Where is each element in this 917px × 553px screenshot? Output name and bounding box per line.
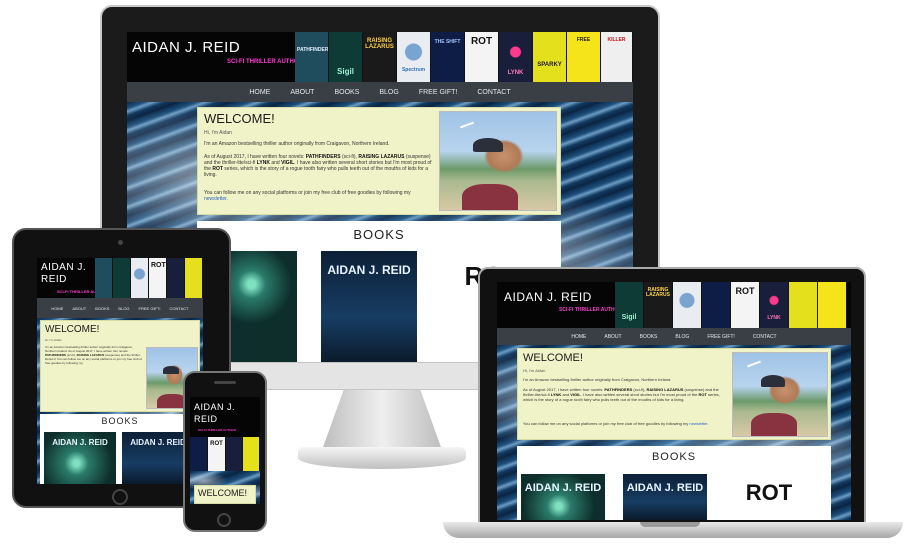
responsive-showcase: AIDAN J. REID SCI-FI THRILLER AUTHOR PAT… xyxy=(0,0,917,553)
book-cover[interactable]: FREE xyxy=(567,32,601,82)
book-cover-strip: ROT xyxy=(95,258,203,298)
monitor-stand-base xyxy=(298,447,466,469)
nav-blog[interactable]: BLOG xyxy=(118,306,129,311)
book-cover[interactable]: KILLER xyxy=(601,32,633,82)
book-card[interactable]: AIDAN J. REID xyxy=(321,251,417,362)
nav-contact[interactable]: CONTACT xyxy=(170,306,189,311)
book-cover[interactable]: Spectrum xyxy=(397,32,431,82)
welcome-intro: I'm an Amazon bestselling thriller autho… xyxy=(204,141,390,147)
nav-blog[interactable]: BLOG xyxy=(675,334,689,340)
site-logo[interactable]: AIDAN J. REID xyxy=(132,39,240,56)
welcome-intro: I'm an Amazon bestselling thriller autho… xyxy=(45,345,142,365)
books-section: BOOKS AIDAN J. REID AIDAN J. REID ROT xyxy=(517,446,831,520)
nav-about[interactable]: ABOUT xyxy=(72,306,86,311)
welcome-byline: Hi, I'm Aidan xyxy=(204,130,232,136)
nav-about[interactable]: ABOUT xyxy=(604,334,621,340)
book-cover[interactable]: LYNK xyxy=(499,32,533,82)
nav-books[interactable]: BOOKS xyxy=(95,306,109,311)
book-cover[interactable]: RAISING LAZARUS xyxy=(363,32,397,82)
book-cover[interactable]: PATHFINDERS xyxy=(295,32,329,82)
books-heading: BOOKS xyxy=(353,227,405,242)
site-logo-line2: REID xyxy=(41,274,67,285)
site-header: AIDAN J. REID SCI-FI THRILLER AUTHOR Sig… xyxy=(497,282,851,328)
tablet-camera xyxy=(118,240,123,245)
welcome-intro: I'm an Amazon bestselling thriller autho… xyxy=(523,377,672,382)
nav-about[interactable]: ABOUT xyxy=(290,89,314,96)
nav-books[interactable]: BOOKS xyxy=(640,334,658,340)
nav-free-gift[interactable]: FREE GIFT! xyxy=(707,334,735,340)
site-logo[interactable]: AIDAN J. xyxy=(41,262,86,273)
site-tagline: SCI-FI THRILLER AUTHOR xyxy=(559,307,623,313)
welcome-panel: WELCOME! Hi, I'm Aidan I'm an Amazon bes… xyxy=(517,348,831,440)
books-heading: BOOKS xyxy=(101,416,139,426)
book-card[interactable]: AIDAN J. REID xyxy=(44,432,116,484)
nav-books[interactable]: BOOKS xyxy=(334,89,359,96)
welcome-panel: WELCOME! Hi, I'm Aidan I'm an Amazon bes… xyxy=(40,320,200,412)
site-tagline: SCI-FI THRILLER AUTHOR xyxy=(227,59,303,65)
nav-contact[interactable]: CONTACT xyxy=(477,89,510,96)
site-header: AIDAN J. REID SCI-FI THRILLER AUTHOR ROT xyxy=(37,258,203,298)
book-cover[interactable]: THE SHIFT xyxy=(431,32,465,82)
welcome-byline: Hi, I'm Aidan xyxy=(45,338,62,342)
site-tagline: SCI-FI THRILLER AUTHOR xyxy=(198,428,236,432)
welcome-heading: WELCOME! xyxy=(45,324,100,335)
book-cover-strip: PATHFINDERS Sigil RAISING LAZARUS Spectr… xyxy=(295,32,633,82)
welcome-heading: WELCOME! xyxy=(198,488,248,498)
welcome-panel: WELCOME! xyxy=(194,485,256,504)
book-card[interactable]: AIDAN J. REID xyxy=(623,474,707,520)
newsletter-link[interactable]: newsletter. xyxy=(204,196,228,202)
nav-home[interactable]: HOME xyxy=(571,334,586,340)
main-nav: HOME ABOUT BOOKS BLOG FREE GIFT! CONTACT xyxy=(37,298,203,318)
nav-home[interactable]: HOME xyxy=(51,306,63,311)
book-cover-strip: Sigil RAISING LAZARUS ROT LYNK xyxy=(615,282,851,328)
nav-free-gift[interactable]: FREE GIFT! xyxy=(139,306,161,311)
welcome-books-paragraph: As of August 2017, I have written four n… xyxy=(204,154,432,178)
welcome-follow-paragraph: You can follow me on any social platform… xyxy=(204,190,411,202)
welcome-byline: Hi, I'm Aidan xyxy=(523,368,546,373)
book-cover[interactable]: ROT xyxy=(465,32,499,82)
nav-home[interactable]: HOME xyxy=(249,89,270,96)
phone-site: AIDAN J. REID SCI-FI THRILLER AUTHOR ROT… xyxy=(190,397,260,504)
site-logo-line2: REID xyxy=(194,414,218,424)
site-header: AIDAN J. REID SCI-FI THRILLER AUTHOR xyxy=(190,397,260,437)
nav-blog[interactable]: BLOG xyxy=(379,89,398,96)
books-heading: BOOKS xyxy=(651,451,697,463)
laptop-notch xyxy=(640,522,700,527)
book-card[interactable] xyxy=(227,251,297,362)
nav-contact[interactable]: CONTACT xyxy=(753,334,777,340)
welcome-panel: WELCOME! Hi, I'm Aidan I'm an Amazon bes… xyxy=(197,107,561,215)
welcome-heading: WELCOME! xyxy=(523,352,583,364)
author-photo xyxy=(439,111,557,211)
welcome-follow-paragraph: You can follow me on any social platform… xyxy=(523,421,709,426)
tablet-site: AIDAN J. REID SCI-FI THRILLER AUTHOR ROT… xyxy=(37,258,203,484)
phone-speaker xyxy=(214,381,236,384)
book-cover[interactable]: SPARKY xyxy=(533,32,567,82)
site-header: AIDAN J. REID SCI-FI THRILLER AUTHOR PAT… xyxy=(127,32,633,82)
tablet-home-button xyxy=(112,489,128,505)
main-nav: HOME ABOUT BOOKS BLOG FREE GIFT! CONTACT xyxy=(127,82,633,102)
book-card[interactable]: AIDAN J. REID xyxy=(521,474,605,520)
book-cover-strip: ROT xyxy=(190,437,260,471)
welcome-books-paragraph: As of August 2017, I have written four n… xyxy=(523,387,720,402)
phone-home-button xyxy=(217,513,231,527)
main-nav: HOME ABOUT BOOKS BLOG FREE GIFT! CONTACT xyxy=(497,328,851,345)
laptop-site: AIDAN J. REID SCI-FI THRILLER AUTHOR Sig… xyxy=(497,282,851,520)
welcome-heading: WELCOME! xyxy=(204,111,275,126)
books-section: BOOKS AIDAN J. REID AIDAN J. REID xyxy=(40,414,200,484)
nav-free-gift[interactable]: FREE GIFT! xyxy=(419,89,458,96)
author-photo xyxy=(732,352,828,437)
monitor-stand-neck xyxy=(322,390,442,450)
site-logo[interactable]: AIDAN J. REID xyxy=(504,290,592,304)
book-cover[interactable]: Sigil xyxy=(329,32,363,82)
book-card[interactable]: ROT xyxy=(727,474,811,520)
site-logo[interactable]: AIDAN J. xyxy=(194,402,235,412)
newsletter-link[interactable]: newsletter. xyxy=(689,421,708,426)
